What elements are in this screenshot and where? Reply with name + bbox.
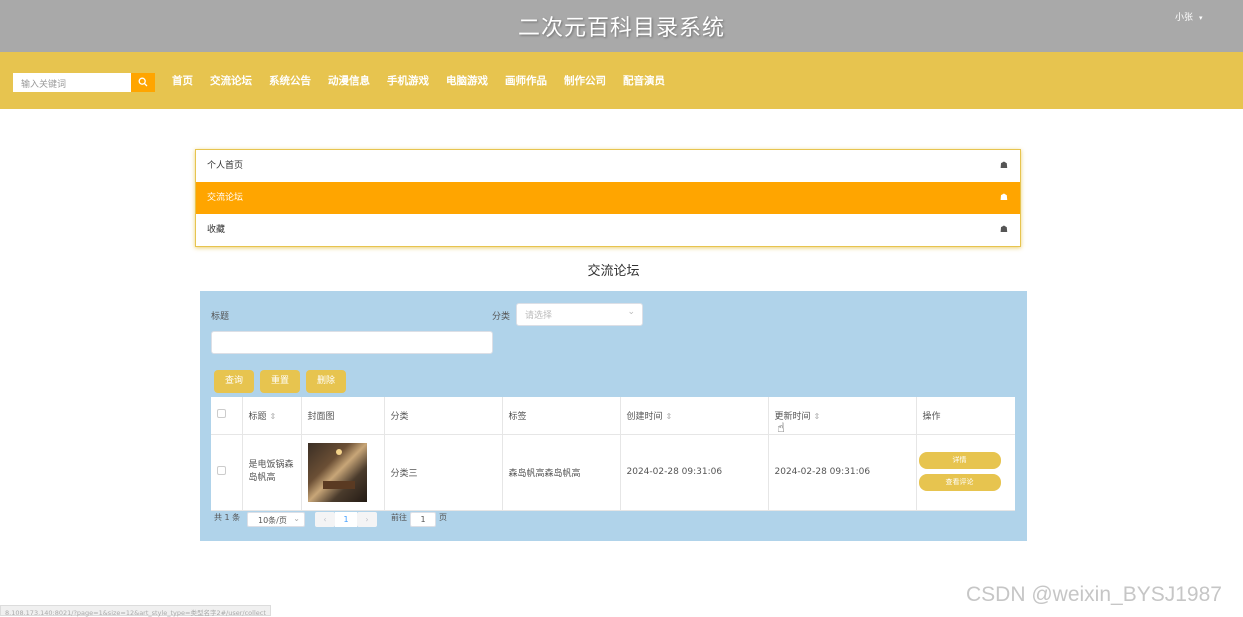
site-title: 二次元百科目录系统	[517, 16, 725, 41]
prev-page-button[interactable]: ‹	[315, 512, 335, 527]
sort-icon[interactable]: ⇕	[666, 412, 673, 421]
column-label: 分类	[390, 411, 409, 422]
menu-item-label: 交流论坛	[207, 193, 244, 203]
select-all-checkbox[interactable]	[217, 409, 226, 419]
column-label: 创建时间	[626, 411, 663, 422]
column-header-created[interactable]: 创建时间 ⇕	[620, 397, 769, 435]
cell-actions: 详情 查看评论	[916, 434, 1015, 511]
cell-category: 分类三	[384, 434, 503, 511]
title-filter-label: 标题	[211, 312, 230, 322]
user-name[interactable]: 小张	[1175, 13, 1193, 23]
query-button[interactable]: 查询	[214, 370, 254, 393]
column-label: 封面图	[307, 411, 335, 422]
forum-table: 标题 ⇕ 封面图 分类 标签 创建时间 ⇕ 更新时间 ⇕ 操作 是电饭锅森岛帆高 分类…	[211, 397, 1015, 511]
page-size-select[interactable]: 10条/页 ⌄	[247, 512, 305, 527]
cover-image	[307, 442, 367, 502]
nav-link-announcements[interactable]: 系统公告	[269, 73, 311, 89]
view-comments-button[interactable]: 查看评论	[918, 473, 1001, 491]
home-icon: ☗	[999, 193, 1008, 203]
hand-cursor-icon: ☝	[777, 421, 785, 436]
column-header-category: 分类	[384, 397, 503, 435]
next-page-button[interactable]: ›	[357, 512, 377, 527]
current-page[interactable]: 1	[335, 512, 357, 527]
column-header-actions: 操作	[916, 397, 1015, 435]
reset-button[interactable]: 重置	[260, 370, 300, 393]
cell-title: 是电饭锅森岛帆高	[242, 434, 302, 511]
chevron-down-icon: ⌄	[293, 514, 300, 523]
nav-links: 首页 交流论坛 系统公告 动漫信息 手机游戏 电脑游戏 画师作品 制作公司 配音…	[172, 73, 665, 89]
column-label: 标签	[508, 411, 527, 422]
search-input[interactable]: 输入关键词	[13, 73, 131, 92]
user-side-menu: 个人首页 ☗ 交流论坛 ☗ 收藏 ☗	[195, 149, 1021, 247]
table-header-row: 标题 ⇕ 封面图 分类 标签 创建时间 ⇕ 更新时间 ⇕ 操作	[211, 397, 1015, 435]
home-icon: ☗	[999, 225, 1008, 235]
menu-item-label: 收藏	[207, 225, 226, 235]
menu-item-forum[interactable]: 交流论坛 ☗	[196, 182, 1020, 214]
column-label: 标题	[248, 411, 267, 422]
chevron-down-icon[interactable]: ▾	[1199, 14, 1203, 22]
cell-tags: 森岛帆高森岛帆高	[502, 434, 621, 511]
detail-button[interactable]: 详情	[918, 451, 1001, 469]
watermark: CSDN @weixin_BYSJ1987	[966, 583, 1222, 606]
nav-link-artworks[interactable]: 画师作品	[505, 73, 547, 89]
category-select-placeholder: 请选择	[525, 311, 553, 321]
goto-label: 前往	[391, 513, 407, 522]
title-filter-input[interactable]	[211, 331, 493, 354]
sort-icon[interactable]: ⇕	[270, 412, 277, 421]
user-menu[interactable]: 小张 ▾	[1175, 10, 1203, 23]
chevron-right-icon[interactable]: ›	[365, 515, 368, 524]
nav-link-anime[interactable]: 动漫信息	[328, 73, 370, 89]
search-button[interactable]	[131, 73, 155, 92]
category-select[interactable]: 请选择 ⌄	[516, 303, 643, 326]
column-header-title[interactable]: 标题 ⇕	[242, 397, 302, 435]
nav-link-mobile-games[interactable]: 手机游戏	[387, 73, 429, 89]
cell-updated: 2024-02-28 09:31:06	[768, 434, 917, 511]
nav-link-pc-games[interactable]: 电脑游戏	[446, 73, 488, 89]
goto-suffix: 页	[439, 513, 447, 522]
status-bar-url: 8.108.173.140:8021/?page=1&size=12&art_s…	[0, 605, 271, 617]
row-checkbox[interactable]	[217, 466, 226, 475]
chevron-left-icon[interactable]: ‹	[323, 515, 326, 524]
menu-item-favorites[interactable]: 收藏 ☗	[196, 214, 1020, 246]
nav-link-home[interactable]: 首页	[172, 73, 193, 89]
search-icon[interactable]	[138, 77, 148, 87]
nav-link-voice-actors[interactable]: 配音演员	[623, 73, 665, 89]
column-header-cover: 封面图	[301, 397, 385, 435]
page-size-value: 10条/页	[258, 516, 287, 525]
table-row: 是电饭锅森岛帆高 分类三 森岛帆高森岛帆高 2024-02-28 09:31:0…	[211, 434, 1015, 511]
chevron-down-icon: ⌄	[627, 307, 635, 317]
column-header-tags: 标签	[502, 397, 621, 435]
delete-button[interactable]: 删除	[306, 370, 346, 393]
menu-item-profile[interactable]: 个人首页 ☗	[196, 150, 1020, 182]
pagination-total: 共 1 条	[214, 513, 241, 522]
column-label: 操作	[922, 411, 941, 422]
section-title: 交流论坛	[587, 264, 640, 279]
category-filter-label: 分类	[492, 312, 511, 322]
goto-page-input[interactable]: 1	[410, 512, 436, 527]
nav-link-studios[interactable]: 制作公司	[564, 73, 606, 89]
nav-link-forum[interactable]: 交流论坛	[210, 73, 252, 89]
row-select-cell[interactable]	[211, 434, 243, 511]
column-header-updated[interactable]: 更新时间 ⇕	[768, 397, 917, 435]
select-all-cell[interactable]	[211, 397, 243, 435]
cell-cover	[301, 434, 385, 511]
cell-created: 2024-02-28 09:31:06	[620, 434, 769, 511]
sort-icon[interactable]: ⇕	[814, 412, 821, 421]
home-icon: ☗	[999, 161, 1008, 171]
menu-item-label: 个人首页	[207, 161, 244, 171]
